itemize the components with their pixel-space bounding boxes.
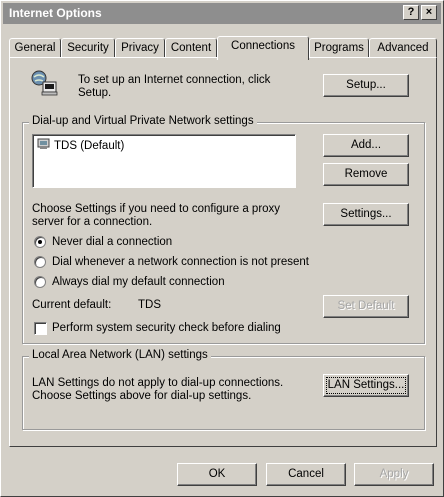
help-button[interactable]: ?: [403, 5, 419, 20]
tab-strip: General Security Privacy Content Connect…: [9, 36, 439, 60]
radio-dial-whenever[interactable]: [34, 256, 46, 268]
radio-always-dial-label[interactable]: Always dial my default connection: [52, 276, 225, 289]
title-bar[interactable]: Internet Options ? ×: [3, 3, 441, 24]
dialup-connection-icon: [37, 138, 51, 153]
radio-never-dial[interactable]: [34, 236, 46, 248]
cancel-button[interactable]: Cancel: [266, 463, 346, 486]
list-item[interactable]: TDS (Default): [37, 138, 124, 153]
lan-group-label: Local Area Network (LAN) settings: [29, 349, 211, 361]
settings-button[interactable]: Settings...: [323, 203, 409, 226]
proxy-text-line1: Choose Settings if you need to configure…: [32, 203, 281, 215]
add-button[interactable]: Add...: [323, 134, 409, 157]
connections-panel: To set up an Internet connection, click …: [9, 57, 437, 447]
remove-button[interactable]: Remove: [323, 163, 409, 186]
setup-text-line1: To set up an Internet connection, click: [78, 74, 271, 86]
lan-group: Local Area Network (LAN) settings LAN Se…: [22, 349, 425, 430]
proxy-text-line2: server for a connection.: [32, 216, 153, 228]
current-default-label: Current default:: [32, 299, 112, 311]
security-check-label[interactable]: Perform system security check before dia…: [52, 322, 281, 335]
dialup-group-label: Dial-up and Virtual Private Network sett…: [29, 115, 257, 127]
setup-button[interactable]: Setup...: [323, 74, 409, 97]
dialup-group: Dial-up and Virtual Private Network sett…: [22, 115, 425, 344]
lan-text-line1: LAN Settings do not apply to dial-up con…: [32, 377, 284, 389]
tab-general[interactable]: General: [9, 38, 61, 58]
internet-options-window: Internet Options ? × General Security Pr…: [0, 0, 444, 497]
setup-text-line2: Setup.: [78, 87, 112, 99]
tab-security[interactable]: Security: [61, 38, 115, 58]
tab-programs[interactable]: Programs: [309, 38, 369, 58]
tab-connections[interactable]: Connections: [217, 36, 309, 60]
close-button[interactable]: ×: [421, 5, 437, 20]
current-default-value: TDS: [138, 299, 161, 311]
radio-always-dial[interactable]: [34, 276, 46, 288]
tab-privacy[interactable]: Privacy: [115, 38, 165, 58]
lan-settings-button[interactable]: LAN Settings...: [323, 374, 409, 397]
radio-never-dial-label[interactable]: Never dial a connection: [52, 236, 172, 249]
tab-content[interactable]: Content: [165, 38, 217, 58]
security-check-checkbox[interactable]: [34, 322, 47, 335]
ok-button[interactable]: OK: [177, 463, 257, 486]
window-title: Internet Options: [9, 6, 102, 20]
apply-button[interactable]: Apply: [354, 463, 434, 486]
connection-list[interactable]: TDS (Default): [32, 134, 296, 188]
tab-advanced[interactable]: Advanced: [369, 38, 437, 58]
lan-text-line2: Choose Settings above for dial-up settin…: [32, 390, 252, 402]
list-item-label: TDS (Default): [54, 139, 125, 152]
internet-connection-icon: [30, 68, 60, 101]
radio-dial-whenever-label[interactable]: Dial whenever a network connection is no…: [52, 256, 309, 269]
set-default-button[interactable]: Set Default: [323, 295, 409, 318]
